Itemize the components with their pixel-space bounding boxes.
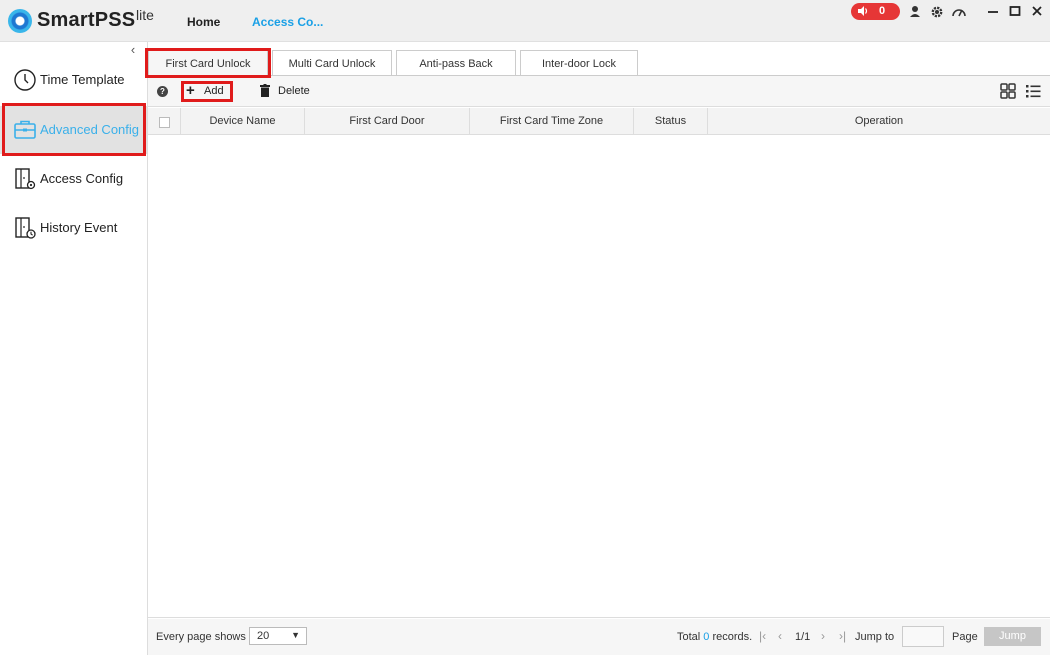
select-all-checkbox[interactable] [159,117,170,128]
sidebar-item-label: Access Config [40,171,124,186]
alarm-count: 0 [879,5,886,17]
trash-icon [260,84,270,97]
sidebar-item-history-event[interactable]: History Event [0,204,147,252]
total-prefix: Total [677,631,704,643]
tab-multi-card-unlock[interactable]: Multi Card Unlock [272,50,392,75]
sidebar-item-label: History Event [40,220,118,235]
caret-down-icon: ▼ [291,630,300,640]
jump-button[interactable]: Jump [984,627,1041,646]
nav-tab-home[interactable]: Home [187,15,220,29]
page-size-select[interactable]: 20 ▼ [249,627,307,645]
minimize-icon[interactable] [984,2,1002,20]
column-device-name[interactable]: Device Name [181,108,305,135]
list-view-icon[interactable] [1025,83,1041,99]
tab-anti-pass-back[interactable]: Anti-pass Back [396,50,516,75]
page-size-label: Every page shows [156,631,246,643]
table-header: Device Name First Card Door First Card T… [148,108,1050,135]
total-records: Total 0 records. [677,631,752,643]
select-all-cell [148,108,181,135]
maximize-icon[interactable] [1006,2,1024,20]
sidebar-item-label: Time Template [40,72,125,87]
sidebar-item-advanced-config[interactable]: Advanced Config [0,106,147,154]
sidebar-item-access-config[interactable]: Access Config [0,155,147,203]
delete-button-label: Delete [278,85,310,97]
add-button-label: Add [204,85,224,97]
briefcase-icon [14,120,36,139]
last-page-icon[interactable]: ›| [839,629,846,643]
page-indicator: 1/1 [795,631,811,643]
jump-to-label: Jump to [855,631,895,643]
alarm-badge[interactable]: 0 [851,3,900,20]
delete-button[interactable]: Delete [260,84,320,100]
table-body [148,135,1050,618]
grid-view-icon[interactable] [1000,83,1016,99]
app-brand-sup: lite [136,7,154,23]
tab-inter-door-lock[interactable]: Inter-door Lock [520,50,638,75]
speedometer-icon[interactable] [951,4,967,20]
sidebar-item-label: Advanced Config [40,122,140,137]
help-icon[interactable]: ? [157,86,168,97]
column-operation[interactable]: Operation [708,108,1050,135]
first-page-icon[interactable]: |‹ [759,629,766,643]
door-clock-icon [15,217,36,239]
column-status[interactable]: Status [634,108,708,135]
nav-tab-access-control[interactable]: Access Co... [252,15,323,29]
plus-icon: + [186,82,195,99]
next-page-icon[interactable]: › [821,629,825,643]
toolbar: ? + Add Delete [148,76,1050,107]
user-icon[interactable] [907,4,923,20]
tab-first-card-unlock[interactable]: First Card Unlock [148,50,268,75]
column-first-card-time-zone[interactable]: First Card Time Zone [470,108,634,135]
app-brand: SmartPSS [37,9,136,31]
title-bar: SmartPSS lite Home Access Co... 0 [0,0,1050,42]
jump-page-input[interactable] [902,626,944,647]
door-gear-icon [15,168,36,190]
prev-page-icon[interactable]: ‹ [778,629,782,643]
app-logo-icon [8,9,32,33]
sidebar-item-time-template[interactable]: Time Template [0,56,147,104]
speaker-icon [858,6,868,16]
clock-icon [14,69,36,91]
page-size-value: 20 [257,630,270,642]
gear-icon[interactable] [929,4,945,20]
close-icon[interactable] [1028,2,1046,20]
sidebar: ‹ Time Template Advanced Config Access C… [0,42,148,655]
pagination-bar: Every page shows 20 ▼ Total 0 records. |… [148,619,1050,655]
collapse-sidebar-icon[interactable]: ‹ [126,42,140,57]
column-first-card-door[interactable]: First Card Door [305,108,470,135]
total-suffix: records. [709,631,753,643]
page-label: Page [952,631,978,643]
